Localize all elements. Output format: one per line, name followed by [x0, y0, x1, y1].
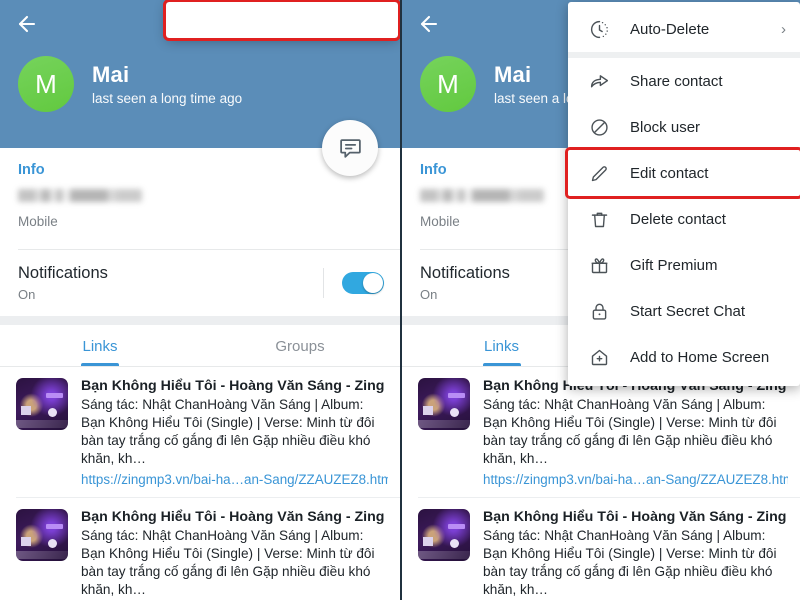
profile-summary: M Mai last seen a long time ago: [0, 48, 400, 112]
list-item[interactable]: Bạn Không Hiểu Tôi - Hoàng Văn Sáng - Zi…: [402, 367, 800, 497]
contact-names: Mai last seen a long time ago: [92, 62, 242, 106]
menu-item-label: Block user: [630, 118, 701, 136]
back-arrow-icon[interactable]: [412, 7, 446, 41]
gift-icon: [586, 252, 612, 278]
link-description: Sáng tác: Nhật ChanHoàng Văn Sáng | Albu…: [483, 527, 777, 597]
notifications-text: Notifications On: [18, 264, 323, 302]
trash-icon: [586, 206, 612, 232]
album-thumbnail: [418, 378, 470, 430]
menu-item-share-contact[interactable]: Share contact: [568, 58, 800, 104]
tab-groups[interactable]: Groups: [200, 325, 400, 366]
phone-number-redacted[interactable]: [420, 189, 544, 202]
chevron-right-icon: ›: [781, 20, 786, 38]
tab-links[interactable]: Links: [0, 325, 200, 366]
menu-item-block-user[interactable]: Block user: [568, 104, 800, 150]
notifications-title: Notifications: [18, 264, 108, 282]
notifications-value: On: [18, 287, 36, 302]
contact-name: Mai: [92, 62, 130, 87]
link-description: Sáng tác: Nhật ChanHoàng Văn Sáng | Albu…: [81, 397, 375, 466]
timer-icon: [586, 16, 612, 42]
notifications-toggle[interactable]: [342, 272, 384, 294]
menu-item-label: Delete contact: [630, 210, 726, 228]
menu-item-label: Share contact: [630, 72, 723, 90]
vertical-divider: [323, 268, 324, 298]
phone-label: Mobile: [18, 214, 58, 229]
link-content: Bạn Không Hiểu Tôi - Hoàng Văn Sáng - Zi…: [81, 509, 388, 600]
list-item[interactable]: Bạn Không Hiểu Tôi - Hoàng Văn Sáng - Zi…: [0, 498, 400, 600]
menu-item-delete-contact[interactable]: Delete contact: [568, 196, 800, 242]
section-gap: [0, 316, 400, 325]
link-description: Sáng tác: Nhật ChanHoàng Văn Sáng | Albu…: [483, 397, 777, 466]
message-fab-button[interactable]: [322, 120, 378, 176]
overflow-dots: [280, 10, 284, 28]
menu-item-label: Edit contact: [630, 164, 709, 182]
link-content: Bạn Không Hiểu Tôi - Hoàng Văn Sáng - Zi…: [483, 509, 788, 600]
contact-status: last seen a long time ago: [92, 91, 243, 106]
menu-item-label: Gift Premium: [630, 256, 718, 274]
screenshot-root: M Mai last seen a long time ago Info Mob…: [0, 0, 800, 600]
link-content: Bạn Không Hiểu Tôi - Hoàng Văn Sáng - Zi…: [483, 378, 788, 487]
tab-bar: Links Groups: [0, 325, 400, 366]
overflow-menu-icon[interactable]: [163, 0, 400, 41]
phone-number-redacted[interactable]: [18, 189, 142, 202]
profile-header: M Mai last seen a long time ago: [0, 0, 400, 176]
link-content: Bạn Không Hiểu Tôi - Hoàng Văn Sáng - Zi…: [81, 378, 388, 487]
menu-item-label: Start Secret Chat: [630, 302, 746, 320]
avatar[interactable]: M: [18, 56, 74, 112]
lock-icon: [586, 298, 612, 324]
link-title: Bạn Không Hiểu Tôi - Hoàng Văn Sáng - Zi…: [81, 378, 388, 394]
block-icon: [586, 114, 612, 140]
menu-item-label: Auto-Delete: [630, 20, 710, 38]
header-toolbar: [0, 0, 400, 48]
avatar[interactable]: M: [420, 56, 476, 112]
menu-item-start-secret-chat[interactable]: Start Secret Chat: [568, 288, 800, 334]
pencil-icon: [586, 160, 612, 186]
back-arrow-icon[interactable]: [10, 7, 44, 41]
menu-item-gift-premium[interactable]: Gift Premium: [568, 242, 800, 288]
menu-item-add-to-home-screen[interactable]: Add to Home Screen: [568, 334, 800, 380]
profile-body: Info Mobile Notifications On Links Group…: [0, 148, 400, 600]
context-menu: Auto-Delete › Share contact Block user E…: [565, 2, 800, 386]
share-icon: [586, 68, 612, 94]
avatar-initial: M: [35, 68, 57, 99]
list-item[interactable]: Bạn Không Hiểu Tôi - Hoàng Văn Sáng - Zi…: [402, 498, 800, 600]
menu-item-label: Add to Home Screen: [630, 348, 770, 366]
link-description: Sáng tác: Nhật ChanHoàng Văn Sáng | Albu…: [81, 527, 375, 597]
left-screen: M Mai last seen a long time ago Info Mob…: [0, 0, 400, 600]
menu-item-edit-contact[interactable]: Edit contact: [565, 147, 800, 199]
link-url[interactable]: https://zingmp3.vn/bai-ha…an-Sang/ZZAUZE…: [483, 472, 788, 487]
avatar-initial: M: [437, 68, 459, 99]
menu-item-auto-delete[interactable]: Auto-Delete ›: [568, 6, 800, 52]
link-url[interactable]: https://zingmp3.vn/bai-ha…an-Sang/ZZAUZE…: [81, 472, 388, 487]
album-thumbnail: [16, 378, 68, 430]
right-screen: M Mai last seen a long time ago Info Mob…: [400, 0, 800, 600]
list-item[interactable]: Bạn Không Hiểu Tôi - Hoàng Văn Sáng - Zi…: [0, 367, 400, 497]
add-home-icon: [586, 344, 612, 370]
album-thumbnail: [16, 508, 68, 561]
link-title: Bạn Không Hiểu Tôi - Hoàng Văn Sáng - Zi…: [483, 508, 788, 525]
album-thumbnail: [418, 508, 470, 561]
notifications-row[interactable]: Notifications On: [0, 250, 400, 316]
link-title: Bạn Không Hiểu Tôi - Hoàng Văn Sáng - Zi…: [81, 508, 388, 525]
